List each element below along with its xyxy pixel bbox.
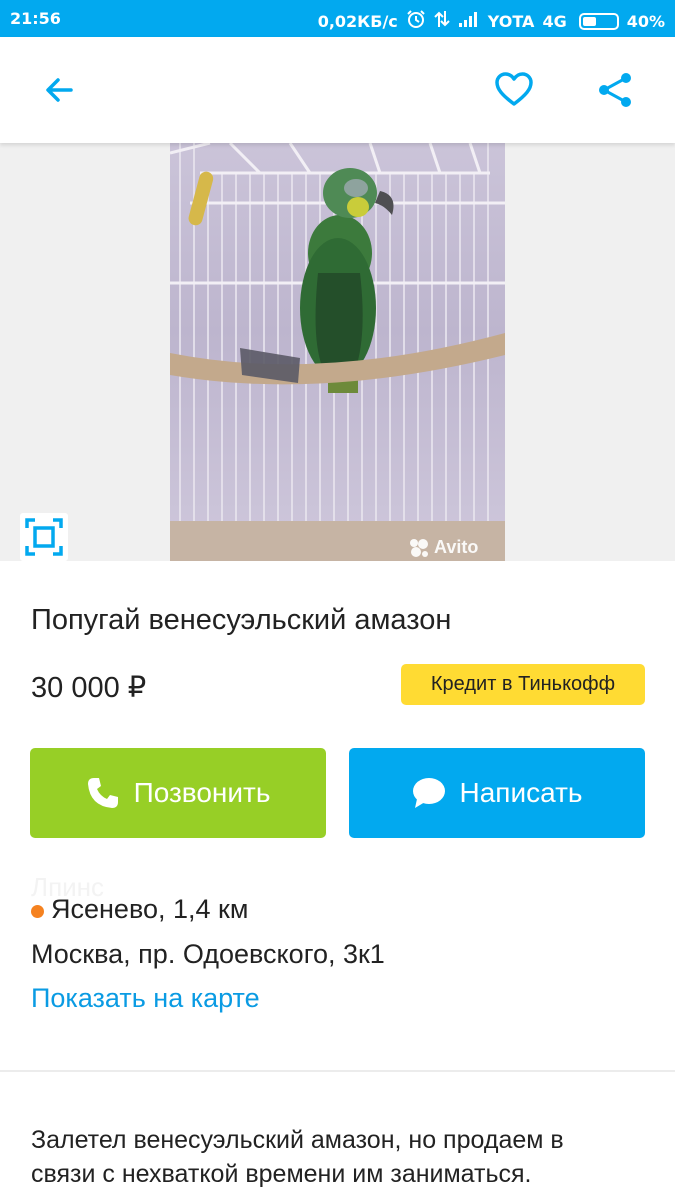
share-icon xyxy=(599,73,631,107)
status-bar: 21:56 0,02КБ/с YOTA 4G 40% xyxy=(0,0,675,37)
address: Москва, пр. Одоевского, 3к1 xyxy=(31,939,385,969)
chat-bubble-icon xyxy=(412,778,445,808)
battery-fill xyxy=(582,16,596,26)
listing-title: Попугай венесуэльский амазон xyxy=(31,604,452,636)
listing-photo[interactable] xyxy=(170,143,505,561)
metro-label: Ясенево, 1,4 км xyxy=(51,894,249,924)
battery-icon xyxy=(578,12,619,30)
photo-gallery[interactable] xyxy=(0,143,675,561)
signal-icon xyxy=(458,11,480,31)
show-on-map-link[interactable]: Показать на карте xyxy=(31,983,260,1014)
alarm-icon xyxy=(406,9,426,33)
write-button[interactable]: Написать xyxy=(349,748,645,838)
call-label: Позвонить xyxy=(133,777,271,808)
status-right-group: 0,02КБ/с YOTA 4G 40% xyxy=(318,9,665,33)
metro-line-dot xyxy=(31,905,44,918)
listing-description: Залетел венесуэльский амазон, но продаем… xyxy=(31,1126,564,1188)
parrot-photo-image xyxy=(170,143,505,561)
favorite-button[interactable] xyxy=(489,65,539,115)
phone-icon xyxy=(87,778,118,808)
avito-watermark: Avito xyxy=(408,537,478,558)
status-time: 21:56 xyxy=(10,9,61,28)
fullscreen-button[interactable] xyxy=(20,513,68,561)
metro-station: Ясенево, 1,4 км xyxy=(31,894,248,925)
battery-percent: 40% xyxy=(626,11,665,31)
call-button[interactable]: Позвонить xyxy=(30,748,326,838)
section-divider xyxy=(0,1070,675,1072)
avito-logo-icon xyxy=(410,538,428,557)
back-button[interactable] xyxy=(34,65,84,115)
carrier-name: YOTA xyxy=(487,11,535,31)
network-speed: 0,02КБ/с xyxy=(317,11,398,31)
data-transfer-icon xyxy=(434,10,450,32)
network-type: 4G xyxy=(542,11,567,31)
fullscreen-icon xyxy=(25,518,63,556)
toolbar xyxy=(0,37,675,143)
credit-badge[interactable]: Кредит в Тинькофф xyxy=(401,664,645,705)
write-label: Написать xyxy=(459,777,583,808)
share-button[interactable] xyxy=(590,65,640,115)
arrow-left-icon xyxy=(46,78,73,102)
credit-label: Кредит в Тинькофф xyxy=(430,673,616,695)
watermark-text: Avito xyxy=(434,537,479,557)
heart-outline-icon xyxy=(495,72,533,106)
listing-price: 30 000 ₽ xyxy=(31,672,147,704)
